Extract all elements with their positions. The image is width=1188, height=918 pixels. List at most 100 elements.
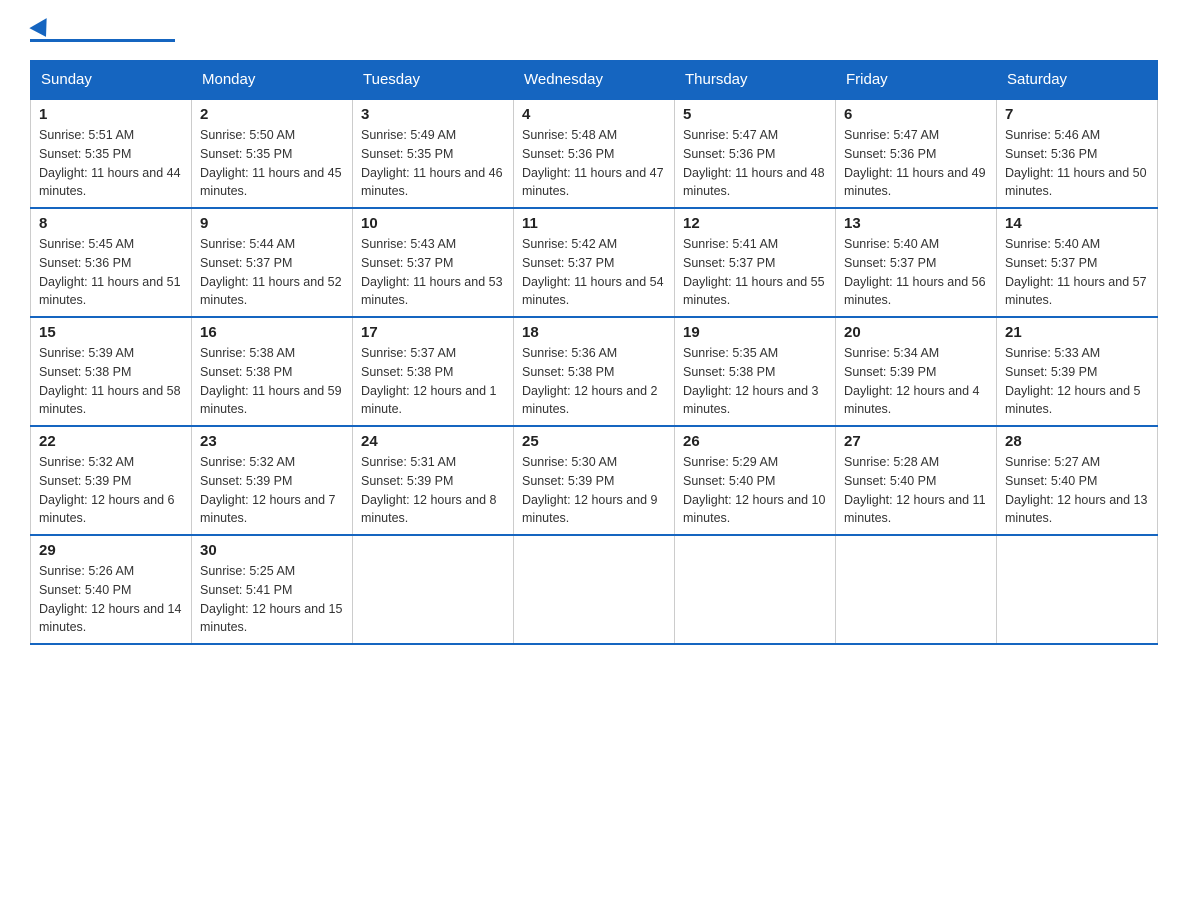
- calendar-cell: 14 Sunrise: 5:40 AMSunset: 5:37 PMDaylig…: [997, 208, 1158, 317]
- day-info: Sunrise: 5:30 AMSunset: 5:39 PMDaylight:…: [522, 453, 666, 528]
- calendar-cell: 19 Sunrise: 5:35 AMSunset: 5:38 PMDaylig…: [675, 317, 836, 426]
- day-info: Sunrise: 5:44 AMSunset: 5:37 PMDaylight:…: [200, 235, 344, 310]
- day-number: 23: [200, 433, 344, 450]
- calendar-cell: 6 Sunrise: 5:47 AMSunset: 5:36 PMDayligh…: [836, 99, 997, 208]
- day-number: 5: [683, 106, 827, 123]
- day-info: Sunrise: 5:29 AMSunset: 5:40 PMDaylight:…: [683, 453, 827, 528]
- page-header: [30, 20, 1158, 42]
- day-info: Sunrise: 5:43 AMSunset: 5:37 PMDaylight:…: [361, 235, 505, 310]
- weekday-header-friday: Friday: [836, 61, 997, 100]
- day-number: 22: [39, 433, 183, 450]
- day-info: Sunrise: 5:42 AMSunset: 5:37 PMDaylight:…: [522, 235, 666, 310]
- calendar-week-row: 8 Sunrise: 5:45 AMSunset: 5:36 PMDayligh…: [31, 208, 1158, 317]
- calendar-cell: 12 Sunrise: 5:41 AMSunset: 5:37 PMDaylig…: [675, 208, 836, 317]
- day-number: 2: [200, 106, 344, 123]
- weekday-header-monday: Monday: [192, 61, 353, 100]
- day-number: 17: [361, 324, 505, 341]
- day-number: 18: [522, 324, 666, 341]
- calendar-cell: 9 Sunrise: 5:44 AMSunset: 5:37 PMDayligh…: [192, 208, 353, 317]
- calendar-cell: [997, 535, 1158, 644]
- day-number: 30: [200, 542, 344, 559]
- day-info: Sunrise: 5:39 AMSunset: 5:38 PMDaylight:…: [39, 344, 183, 419]
- calendar-cell: 16 Sunrise: 5:38 AMSunset: 5:38 PMDaylig…: [192, 317, 353, 426]
- day-info: Sunrise: 5:32 AMSunset: 5:39 PMDaylight:…: [200, 453, 344, 528]
- day-number: 29: [39, 542, 183, 559]
- weekday-header-saturday: Saturday: [997, 61, 1158, 100]
- day-info: Sunrise: 5:35 AMSunset: 5:38 PMDaylight:…: [683, 344, 827, 419]
- day-info: Sunrise: 5:50 AMSunset: 5:35 PMDaylight:…: [200, 126, 344, 201]
- day-number: 4: [522, 106, 666, 123]
- day-number: 21: [1005, 324, 1149, 341]
- day-info: Sunrise: 5:32 AMSunset: 5:39 PMDaylight:…: [39, 453, 183, 528]
- day-info: Sunrise: 5:46 AMSunset: 5:36 PMDaylight:…: [1005, 126, 1149, 201]
- day-number: 26: [683, 433, 827, 450]
- day-number: 19: [683, 324, 827, 341]
- day-number: 7: [1005, 106, 1149, 123]
- calendar-cell: [514, 535, 675, 644]
- logo-area: [30, 20, 175, 42]
- logo-text: [30, 20, 52, 36]
- calendar-cell: 10 Sunrise: 5:43 AMSunset: 5:37 PMDaylig…: [353, 208, 514, 317]
- calendar-cell: 7 Sunrise: 5:46 AMSunset: 5:36 PMDayligh…: [997, 99, 1158, 208]
- calendar-week-row: 22 Sunrise: 5:32 AMSunset: 5:39 PMDaylig…: [31, 426, 1158, 535]
- day-info: Sunrise: 5:25 AMSunset: 5:41 PMDaylight:…: [200, 562, 344, 637]
- day-number: 3: [361, 106, 505, 123]
- calendar-cell: [675, 535, 836, 644]
- calendar-week-row: 15 Sunrise: 5:39 AMSunset: 5:38 PMDaylig…: [31, 317, 1158, 426]
- day-info: Sunrise: 5:45 AMSunset: 5:36 PMDaylight:…: [39, 235, 183, 310]
- calendar-cell: 1 Sunrise: 5:51 AMSunset: 5:35 PMDayligh…: [31, 99, 192, 208]
- weekday-header-thursday: Thursday: [675, 61, 836, 100]
- weekday-header-tuesday: Tuesday: [353, 61, 514, 100]
- calendar-cell: 26 Sunrise: 5:29 AMSunset: 5:40 PMDaylig…: [675, 426, 836, 535]
- day-info: Sunrise: 5:41 AMSunset: 5:37 PMDaylight:…: [683, 235, 827, 310]
- calendar-cell: 20 Sunrise: 5:34 AMSunset: 5:39 PMDaylig…: [836, 317, 997, 426]
- day-info: Sunrise: 5:48 AMSunset: 5:36 PMDaylight:…: [522, 126, 666, 201]
- weekday-header-sunday: Sunday: [31, 61, 192, 100]
- calendar-cell: 27 Sunrise: 5:28 AMSunset: 5:40 PMDaylig…: [836, 426, 997, 535]
- calendar-cell: 23 Sunrise: 5:32 AMSunset: 5:39 PMDaylig…: [192, 426, 353, 535]
- calendar-cell: 28 Sunrise: 5:27 AMSunset: 5:40 PMDaylig…: [997, 426, 1158, 535]
- day-info: Sunrise: 5:40 AMSunset: 5:37 PMDaylight:…: [1005, 235, 1149, 310]
- calendar-cell: 8 Sunrise: 5:45 AMSunset: 5:36 PMDayligh…: [31, 208, 192, 317]
- calendar-cell: 21 Sunrise: 5:33 AMSunset: 5:39 PMDaylig…: [997, 317, 1158, 426]
- day-info: Sunrise: 5:38 AMSunset: 5:38 PMDaylight:…: [200, 344, 344, 419]
- day-number: 6: [844, 106, 988, 123]
- weekday-header-row: SundayMondayTuesdayWednesdayThursdayFrid…: [31, 61, 1158, 100]
- weekday-header-wednesday: Wednesday: [514, 61, 675, 100]
- day-number: 10: [361, 215, 505, 232]
- day-number: 11: [522, 215, 666, 232]
- day-number: 16: [200, 324, 344, 341]
- calendar-cell: [353, 535, 514, 644]
- day-number: 27: [844, 433, 988, 450]
- calendar-cell: 5 Sunrise: 5:47 AMSunset: 5:36 PMDayligh…: [675, 99, 836, 208]
- calendar-cell: 25 Sunrise: 5:30 AMSunset: 5:39 PMDaylig…: [514, 426, 675, 535]
- day-info: Sunrise: 5:51 AMSunset: 5:35 PMDaylight:…: [39, 126, 183, 201]
- calendar-cell: 3 Sunrise: 5:49 AMSunset: 5:35 PMDayligh…: [353, 99, 514, 208]
- day-number: 12: [683, 215, 827, 232]
- calendar-cell: 30 Sunrise: 5:25 AMSunset: 5:41 PMDaylig…: [192, 535, 353, 644]
- day-info: Sunrise: 5:47 AMSunset: 5:36 PMDaylight:…: [683, 126, 827, 201]
- calendar-cell: 11 Sunrise: 5:42 AMSunset: 5:37 PMDaylig…: [514, 208, 675, 317]
- day-info: Sunrise: 5:34 AMSunset: 5:39 PMDaylight:…: [844, 344, 988, 419]
- logo-underline: [30, 39, 175, 42]
- calendar-cell: 29 Sunrise: 5:26 AMSunset: 5:40 PMDaylig…: [31, 535, 192, 644]
- calendar-week-row: 1 Sunrise: 5:51 AMSunset: 5:35 PMDayligh…: [31, 99, 1158, 208]
- calendar-cell: 24 Sunrise: 5:31 AMSunset: 5:39 PMDaylig…: [353, 426, 514, 535]
- day-info: Sunrise: 5:47 AMSunset: 5:36 PMDaylight:…: [844, 126, 988, 201]
- calendar-cell: 17 Sunrise: 5:37 AMSunset: 5:38 PMDaylig…: [353, 317, 514, 426]
- day-info: Sunrise: 5:31 AMSunset: 5:39 PMDaylight:…: [361, 453, 505, 528]
- calendar-cell: 22 Sunrise: 5:32 AMSunset: 5:39 PMDaylig…: [31, 426, 192, 535]
- day-number: 14: [1005, 215, 1149, 232]
- day-number: 28: [1005, 433, 1149, 450]
- day-number: 24: [361, 433, 505, 450]
- calendar-cell: 15 Sunrise: 5:39 AMSunset: 5:38 PMDaylig…: [31, 317, 192, 426]
- day-number: 8: [39, 215, 183, 232]
- calendar-cell: 13 Sunrise: 5:40 AMSunset: 5:37 PMDaylig…: [836, 208, 997, 317]
- day-info: Sunrise: 5:33 AMSunset: 5:39 PMDaylight:…: [1005, 344, 1149, 419]
- day-number: 20: [844, 324, 988, 341]
- calendar-cell: 2 Sunrise: 5:50 AMSunset: 5:35 PMDayligh…: [192, 99, 353, 208]
- day-number: 9: [200, 215, 344, 232]
- day-number: 1: [39, 106, 183, 123]
- day-info: Sunrise: 5:26 AMSunset: 5:40 PMDaylight:…: [39, 562, 183, 637]
- calendar-cell: [836, 535, 997, 644]
